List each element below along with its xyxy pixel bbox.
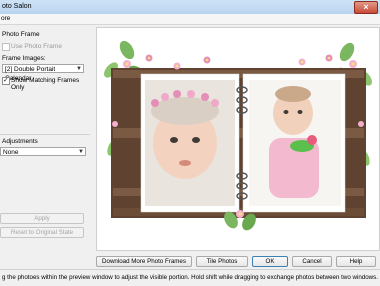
close-icon[interactable]: × bbox=[354, 1, 378, 14]
use-photo-frame-label: Use Photo Frame bbox=[11, 43, 62, 50]
use-photo-frame-checkbox[interactable] bbox=[2, 43, 10, 51]
window-title: oto Salon bbox=[2, 3, 32, 10]
apply-button[interactable]: Apply bbox=[0, 213, 84, 224]
show-matching-frames-label: Show Matching Frames Only bbox=[11, 77, 80, 91]
right-photo[interactable] bbox=[249, 80, 341, 206]
chevron-down-icon: ▼ bbox=[76, 66, 82, 72]
photo-frame-label: Photo Frame bbox=[2, 31, 40, 38]
left-photo[interactable] bbox=[145, 80, 235, 206]
help-button[interactable]: Help bbox=[336, 256, 376, 267]
adjustments-select[interactable]: None ▼ bbox=[0, 147, 86, 156]
cancel-button[interactable]: Cancel bbox=[292, 256, 332, 267]
adjustments-value: None bbox=[3, 149, 19, 156]
tile-photos-button[interactable]: Tile Photos bbox=[196, 256, 248, 267]
reset-button[interactable]: Reset to Original State bbox=[0, 227, 84, 238]
divider bbox=[0, 134, 90, 135]
adjustments-label: Adjustments bbox=[2, 138, 38, 145]
frame-images-select[interactable]: [2] Double Portait Calendar ▼ bbox=[2, 64, 84, 82]
menu-item-more[interactable]: ore bbox=[1, 15, 10, 22]
chevron-down-icon: ▼ bbox=[78, 149, 84, 155]
status-message: g the photoes within the preview window … bbox=[2, 274, 378, 281]
photo-frame-preview[interactable] bbox=[97, 28, 379, 250]
show-matching-frames-checkbox[interactable] bbox=[2, 76, 10, 85]
title-bar: oto Salon × bbox=[0, 0, 380, 15]
frame-images-label: Frame Images: bbox=[2, 55, 46, 62]
preview-window[interactable] bbox=[96, 27, 380, 251]
status-bar: g the photoes within the preview window … bbox=[0, 269, 380, 286]
ok-button[interactable]: OK bbox=[252, 256, 288, 267]
menu-bar: ore bbox=[0, 14, 380, 25]
left-panel: Photo Frame Use Photo Frame Frame Images… bbox=[0, 25, 90, 247]
download-frames-button[interactable]: Download More Photo Frames bbox=[96, 256, 192, 267]
